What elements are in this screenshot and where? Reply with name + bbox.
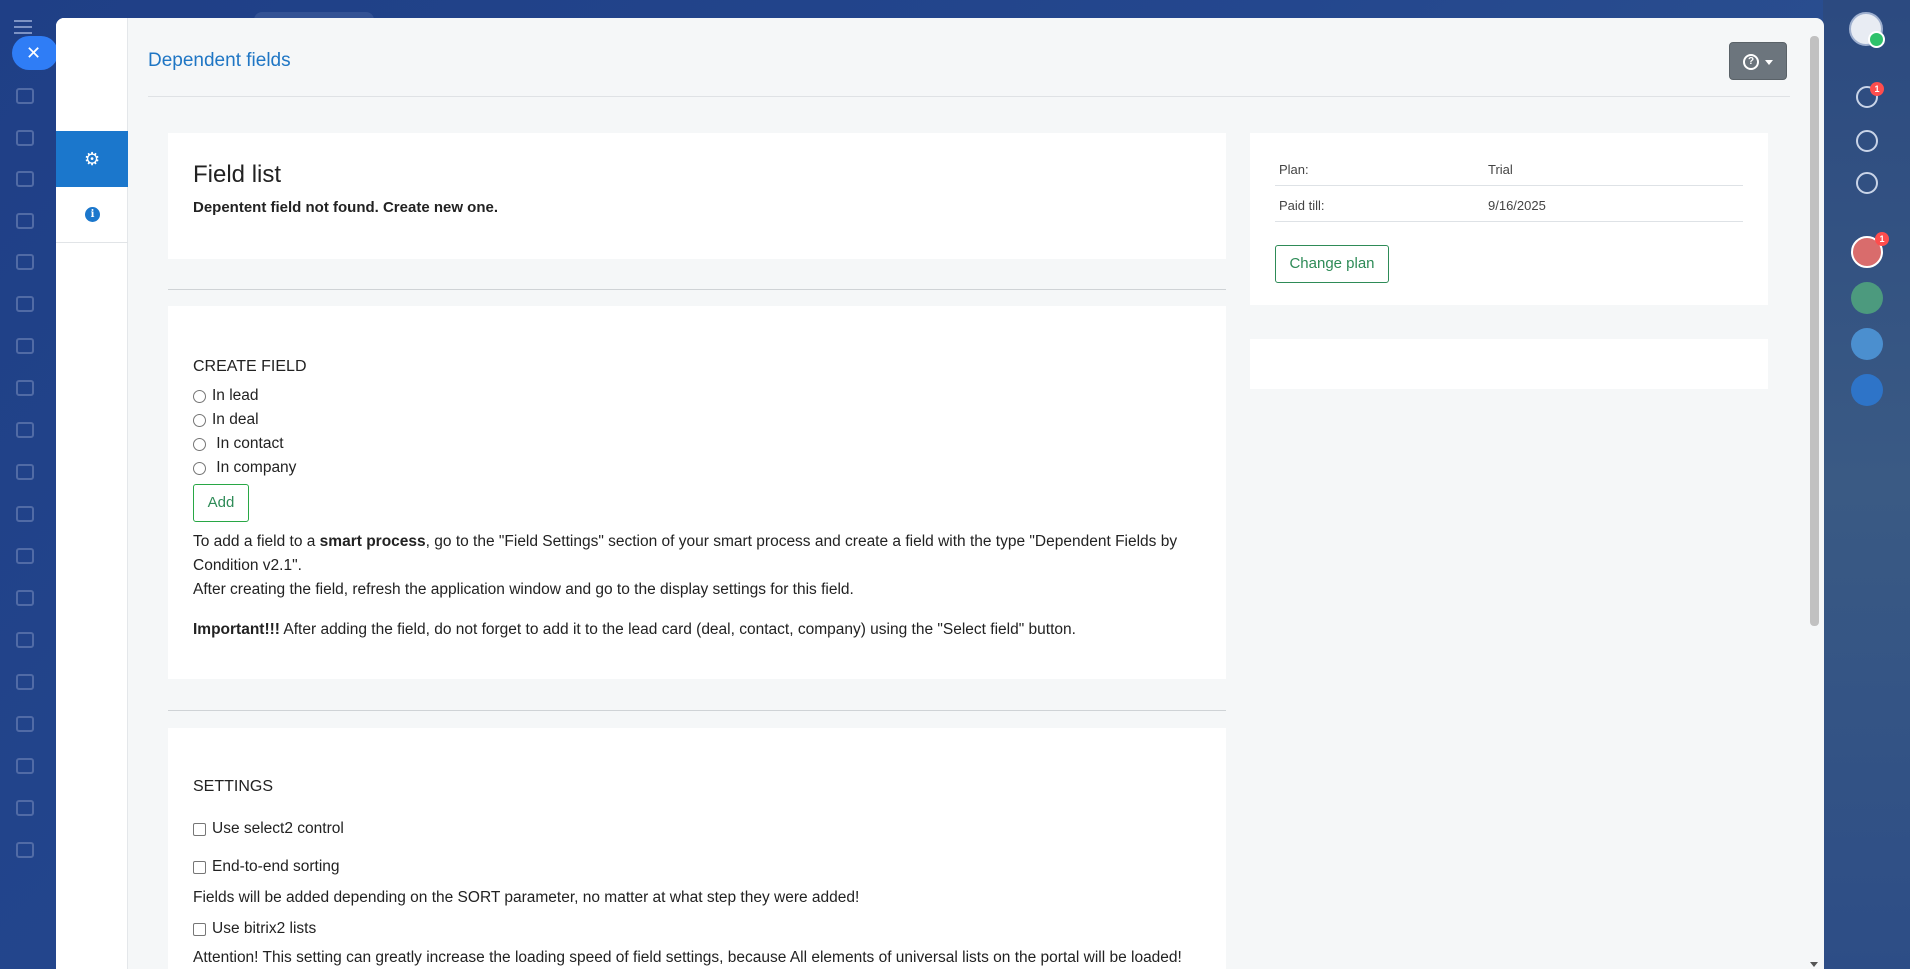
target-icon <box>16 254 34 270</box>
app-bookmark-icon[interactable] <box>1851 374 1883 406</box>
spiral-icon[interactable] <box>1856 130 1878 152</box>
select2-option[interactable]: Use select2 control <box>193 820 344 838</box>
globe-icon <box>16 800 34 816</box>
important-note: Important!!! After adding the field, do … <box>193 621 1076 638</box>
radio-option-deal[interactable]: In deal <box>193 411 259 429</box>
portal-right-panel: 1 1 <box>1823 0 1910 969</box>
sorting-checkbox[interactable] <box>193 860 206 874</box>
info-icon: i <box>85 207 100 222</box>
field-list-title: Field list <box>193 161 282 188</box>
building-icon <box>16 632 34 648</box>
plan-label: Plan: <box>1279 162 1309 177</box>
change-plan-button[interactable]: Change plan <box>1275 245 1389 283</box>
filter-icon <box>16 590 34 606</box>
scroll-down-arrow[interactable] <box>1810 962 1818 967</box>
bitrix2-checkbox[interactable] <box>193 922 206 936</box>
gear-icon: ⚙ <box>84 149 101 169</box>
lead-radio[interactable] <box>193 389 206 403</box>
page-title: Dependent fields <box>148 50 291 71</box>
contact-radio[interactable] <box>193 437 206 451</box>
smart-process-note: To add a field to a smart process, go to… <box>193 533 1178 574</box>
plan-row: Plan: Trial <box>1275 150 1743 186</box>
chevron-down-icon <box>1765 59 1773 65</box>
cart-icon <box>16 758 34 774</box>
pencil-icon <box>16 842 34 858</box>
close-slider-button[interactable]: ✕ <box>12 36 58 70</box>
app-chat-icon[interactable] <box>1851 328 1883 360</box>
empty-card <box>1250 339 1768 389</box>
deal-radio[interactable] <box>193 413 206 427</box>
chat-badge: 1 <box>1875 232 1889 246</box>
title-divider <box>148 96 1790 97</box>
bitrix2-option[interactable]: Use bitrix2 lists <box>193 920 316 938</box>
plan-value: Trial <box>1488 162 1513 177</box>
calendar-icon <box>16 296 34 312</box>
task-icon <box>16 548 34 564</box>
car-icon <box>16 422 34 438</box>
portal-left-menu <box>0 0 56 969</box>
add-button[interactable]: Add <box>193 484 249 522</box>
nav-icon <box>16 130 34 146</box>
rail-divider <box>56 242 128 243</box>
user-avatar[interactable] <box>1849 12 1885 48</box>
chat-icon <box>16 171 34 187</box>
help-dropdown-button[interactable]: ? <box>1729 42 1787 80</box>
side-rail: ⚙ i <box>56 18 128 969</box>
settings-tab[interactable]: ⚙ <box>56 131 128 187</box>
mail-icon <box>16 464 34 480</box>
radio-option-company[interactable]: In company <box>193 459 296 477</box>
app-calculator-icon[interactable] <box>1851 282 1883 314</box>
home-icon <box>16 88 34 104</box>
scrollbar[interactable] <box>1807 28 1821 969</box>
notification-badge: 1 <box>1870 82 1884 96</box>
sorting-note: Fields will be added depending on the SO… <box>193 889 860 906</box>
info-tab[interactable]: i <box>56 186 128 242</box>
board-icon <box>16 380 34 396</box>
list-icon <box>16 674 34 690</box>
doc-icon <box>16 213 34 229</box>
company-radio[interactable] <box>193 461 206 475</box>
question-icon: ? <box>1743 54 1759 71</box>
radio-option-contact[interactable]: In contact <box>193 435 284 453</box>
settings-card: SETTINGS Use select2 control End-to-end … <box>168 728 1226 969</box>
file-icon <box>16 338 34 354</box>
app-slider: ⚙ i Dependent fields ? Field list Depent… <box>56 18 1824 969</box>
create-field-title: CREATE FIELD <box>193 358 307 375</box>
scrollbar-thumb[interactable] <box>1810 36 1819 626</box>
section-divider-2 <box>168 710 1226 711</box>
paid-till-row: Paid till: 9/16/2025 <box>1275 186 1743 222</box>
chat-bubble-icon[interactable] <box>1856 172 1878 194</box>
paid-till-value: 9/16/2025 <box>1488 198 1546 213</box>
refresh-note: After creating the field, refresh the ap… <box>193 581 854 598</box>
settings-title: SETTINGS <box>193 778 274 795</box>
section-divider <box>168 289 1226 290</box>
field-list-card: Field list Depentent field not found. Cr… <box>168 133 1226 259</box>
select2-checkbox[interactable] <box>193 822 206 836</box>
field-list-message: Depentent field not found. Create new on… <box>193 199 499 216</box>
box-icon <box>16 716 34 732</box>
sorting-option[interactable]: End-to-end sorting <box>193 858 340 876</box>
menu-icon <box>14 20 32 34</box>
radio-option-lead[interactable]: In lead <box>193 387 259 405</box>
bitrix2-note: Attention! This setting can greatly incr… <box>193 949 1182 966</box>
user-icon <box>16 506 34 522</box>
create-field-card: CREATE FIELD In lead In deal In contact … <box>168 306 1226 679</box>
plan-card: Plan: Trial Paid till: 9/16/2025 Change … <box>1250 133 1768 305</box>
paid-till-label: Paid till: <box>1279 198 1325 213</box>
